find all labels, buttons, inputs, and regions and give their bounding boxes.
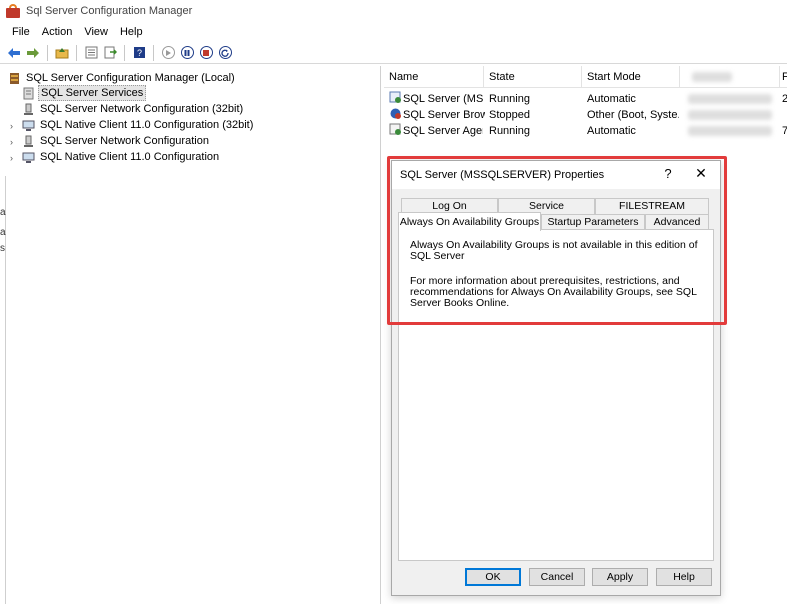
tree-item-label: SQL Server Network Configuration [40, 135, 209, 147]
expand-chevron-icon[interactable]: › [10, 138, 18, 147]
help-icon[interactable]: ? [131, 45, 147, 61]
menu-view[interactable]: View [78, 26, 114, 38]
service-icon [389, 123, 403, 139]
tree-item-native-client[interactable]: SQL Native Client 11.0 Configuration [22, 149, 221, 165]
redacted-blur [688, 94, 772, 104]
pause-icon[interactable] [179, 45, 195, 61]
more-info-message: For more information about prerequisites… [410, 275, 697, 309]
tree-item-label: SQL Server Network Configuration (32bit) [40, 103, 244, 115]
table-row[interactable]: SQL Server Browser Stopped Other (Boot, … [384, 107, 787, 123]
ok-button[interactable]: OK [465, 568, 521, 586]
tab-filestream[interactable]: FILESTREAM [595, 198, 709, 214]
services-icon [22, 87, 35, 100]
tree-item-network-config[interactable]: SQL Server Network Configuration [22, 133, 211, 149]
network-config-icon [22, 103, 35, 116]
menu-file[interactable]: File [6, 26, 36, 38]
up-folder-icon[interactable] [54, 45, 70, 61]
tree-item-label: SQL Native Client 11.0 Configuration [40, 151, 220, 163]
service-start-mode: Automatic [587, 125, 636, 137]
service-icon [389, 107, 403, 123]
tab-advanced[interactable]: Advanced [645, 214, 709, 230]
tab-panel-always-on: Always On Availability Groups is not ava… [398, 229, 714, 561]
dialog-title: SQL Server (MSSQLSERVER) Properties [400, 169, 605, 181]
service-icon [389, 91, 403, 107]
toolbar-separator [76, 44, 77, 61]
edge-char: s [0, 243, 5, 254]
dialog-titlebar: SQL Server (MSSQLSERVER) Properties ? ✕ [392, 161, 720, 189]
service-state: Running [489, 93, 530, 105]
tree-item-label: SQL Native Client 11.0 Configuration (32… [40, 119, 254, 131]
close-icon[interactable]: ✕ [692, 165, 710, 183]
redacted-blur [688, 126, 772, 136]
network-config-icon [22, 135, 35, 148]
menu-help[interactable]: Help [114, 26, 149, 38]
column-header-partial[interactable]: F [780, 66, 787, 88]
server-manager-icon [8, 72, 21, 85]
toolbar-separator [153, 44, 154, 61]
redacted-blur [692, 72, 732, 82]
tree-root[interactable]: SQL Server Configuration Manager (Local) [8, 70, 237, 86]
restart-icon[interactable] [217, 45, 233, 61]
properties-icon[interactable] [83, 45, 99, 61]
expand-chevron-icon[interactable]: › [10, 154, 18, 163]
column-header-start-mode[interactable]: Start Mode [582, 66, 680, 88]
tree-item-label: SQL Server Services [38, 85, 147, 101]
navigation-tree: SQL Server Configuration Manager (Local)… [0, 66, 381, 604]
redacted-blur [688, 110, 772, 120]
service-tail: 2 [782, 93, 787, 105]
service-tail: 7 [782, 125, 787, 137]
edge-char: a [0, 227, 6, 238]
window-titlebar: Sql Server Configuration Manager [0, 0, 787, 22]
service-name: SQL Server Browser [403, 109, 485, 121]
native-client-icon [22, 119, 35, 132]
native-client-icon [22, 151, 35, 164]
service-state: Running [489, 125, 530, 137]
service-tail [782, 107, 787, 123]
window-title: Sql Server Configuration Manager [26, 5, 193, 17]
service-start-mode: Other (Boot, Syste... [587, 109, 679, 121]
help-button[interactable]: Help [656, 568, 712, 586]
tab-always-on-availability-groups[interactable]: Always On Availability Groups [398, 212, 541, 231]
tree-root-label: SQL Server Configuration Manager (Local) [26, 72, 235, 84]
tab-startup-parameters[interactable]: Startup Parameters [541, 214, 645, 230]
table-row[interactable]: SQL Server Agent... Running Automatic 7 [384, 123, 787, 139]
cancel-button[interactable]: Cancel [529, 568, 585, 586]
help-question-icon[interactable]: ? [660, 166, 676, 182]
service-name: SQL Server Agent... [403, 125, 483, 137]
toolbar-separator [124, 44, 125, 61]
availability-message: Always On Availability Groups is not ava… [410, 239, 698, 262]
edge-char: a [0, 207, 6, 218]
column-header-state[interactable]: State [484, 66, 582, 88]
tree-item-network-config-32bit[interactable]: SQL Server Network Configuration (32bit) [22, 101, 245, 117]
apply-button[interactable]: Apply [592, 568, 648, 586]
service-state: Stopped [489, 109, 530, 121]
svg-text:?: ? [136, 48, 141, 58]
tree-item-sql-server-services[interactable]: SQL Server Services [22, 85, 147, 101]
table-row[interactable]: SQL Server (MSS... Running Automatic 2 [384, 91, 787, 107]
properties-dialog: SQL Server (MSSQLSERVER) Properties ? ✕ … [391, 160, 721, 596]
menu-bar: File Action View Help [0, 22, 787, 42]
start-icon[interactable] [160, 45, 176, 61]
back-arrow-icon[interactable] [6, 45, 22, 61]
forward-arrow-icon[interactable] [25, 45, 41, 61]
toolbar: ? [0, 42, 787, 64]
left-edge-strip: a a s [0, 176, 6, 604]
list-header: Name State Start Mode F [384, 66, 787, 88]
column-header-name[interactable]: Name [384, 66, 484, 88]
sql-config-manager-icon [6, 4, 20, 18]
stop-icon[interactable] [198, 45, 214, 61]
service-name: SQL Server (MSS... [403, 93, 483, 105]
toolbar-separator [47, 44, 48, 61]
export-icon[interactable] [102, 45, 118, 61]
tree-item-native-client-32bit[interactable]: SQL Native Client 11.0 Configuration (32… [22, 117, 255, 133]
menu-action[interactable]: Action [36, 26, 79, 38]
service-start-mode: Automatic [587, 93, 636, 105]
expand-chevron-icon[interactable]: › [10, 122, 18, 131]
